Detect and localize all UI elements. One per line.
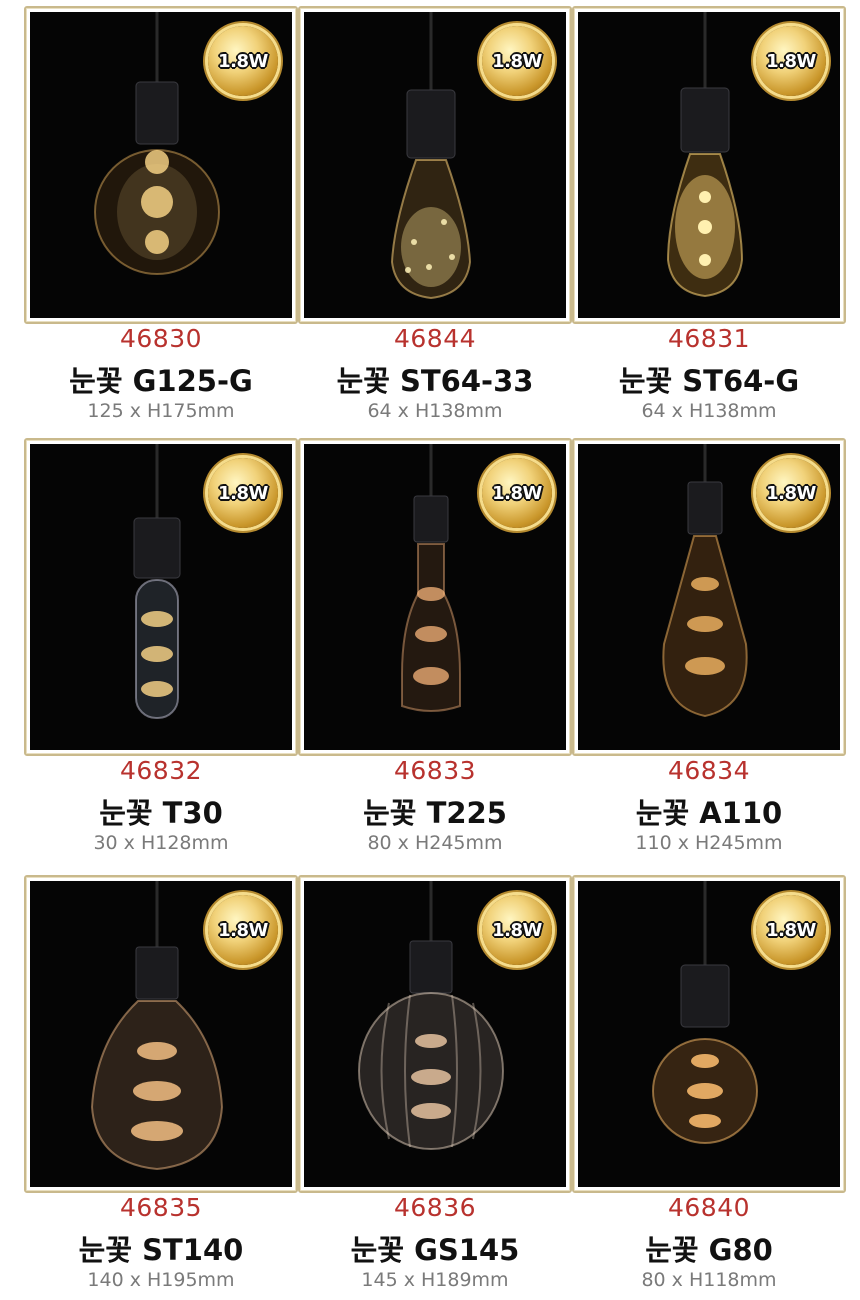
product-grid: 1.8W 46830 눈꽃 G125-G 125 x H175mm 1.8W 4… (0, 0, 860, 1300)
product-photo: 1.8W (578, 881, 840, 1187)
product-name: 눈꽃 T225 (363, 796, 507, 830)
product-name: 눈꽃 GS145 (350, 1233, 520, 1267)
product-code: 46844 (393, 324, 477, 353)
product-code: 46834 (667, 756, 751, 785)
product-photo: 1.8W (30, 444, 292, 750)
wattage-badge: 1.8W (756, 26, 826, 96)
product-photo-frame: 1.8W (24, 438, 298, 756)
product-photo-frame: 1.8W (24, 875, 298, 1193)
product-name: 눈꽃 ST140 (78, 1233, 244, 1267)
wattage-badge: 1.8W (208, 458, 278, 528)
product-photo: 1.8W (578, 444, 840, 750)
product-code: 46832 (119, 756, 203, 785)
wattage-badge: 1.8W (208, 26, 278, 96)
product-code: 46840 (667, 1193, 751, 1222)
product-photo: 1.8W (304, 881, 566, 1187)
product-photo: 1.8W (30, 881, 292, 1187)
product-code: 46830 (119, 324, 203, 353)
product-photo: 1.8W (304, 12, 566, 318)
product-size: 30 x H128mm (93, 832, 229, 854)
product-code: 46835 (119, 1193, 203, 1222)
wattage-badge: 1.8W (756, 458, 826, 528)
product-name: 눈꽃 G125-G (69, 364, 253, 398)
product-photo-frame: 1.8W (298, 6, 572, 324)
product-size: 140 x H195mm (87, 1269, 235, 1291)
product-size: 125 x H175mm (87, 400, 235, 422)
product-name: 눈꽃 ST64-G (618, 364, 800, 398)
product-name: 눈꽃 T30 (99, 796, 223, 830)
product-code: 46836 (393, 1193, 477, 1222)
product-size: 80 x H118mm (641, 1269, 777, 1291)
product-photo-frame: 1.8W (572, 6, 846, 324)
product-size: 64 x H138mm (641, 400, 777, 422)
product-name: 눈꽃 ST64-33 (336, 364, 534, 398)
wattage-badge: 1.8W (756, 895, 826, 965)
product-photo: 1.8W (578, 12, 840, 318)
wattage-badge: 1.8W (482, 26, 552, 96)
product-code: 46833 (393, 756, 477, 785)
product-photo-frame: 1.8W (572, 438, 846, 756)
product-size: 80 x H245mm (367, 832, 503, 854)
product-size: 64 x H138mm (367, 400, 503, 422)
product-photo-frame: 1.8W (298, 438, 572, 756)
product-name: 눈꽃 A110 (635, 796, 783, 830)
product-photo: 1.8W (304, 444, 566, 750)
product-photo-frame: 1.8W (24, 6, 298, 324)
product-size: 110 x H245mm (635, 832, 783, 854)
wattage-badge: 1.8W (482, 458, 552, 528)
wattage-badge: 1.8W (208, 895, 278, 965)
product-photo-frame: 1.8W (572, 875, 846, 1193)
product-code: 46831 (667, 324, 751, 353)
product-name: 눈꽃 G80 (645, 1233, 773, 1267)
product-size: 145 x H189mm (361, 1269, 509, 1291)
wattage-badge: 1.8W (482, 895, 552, 965)
product-photo: 1.8W (30, 12, 292, 318)
product-photo-frame: 1.8W (298, 875, 572, 1193)
